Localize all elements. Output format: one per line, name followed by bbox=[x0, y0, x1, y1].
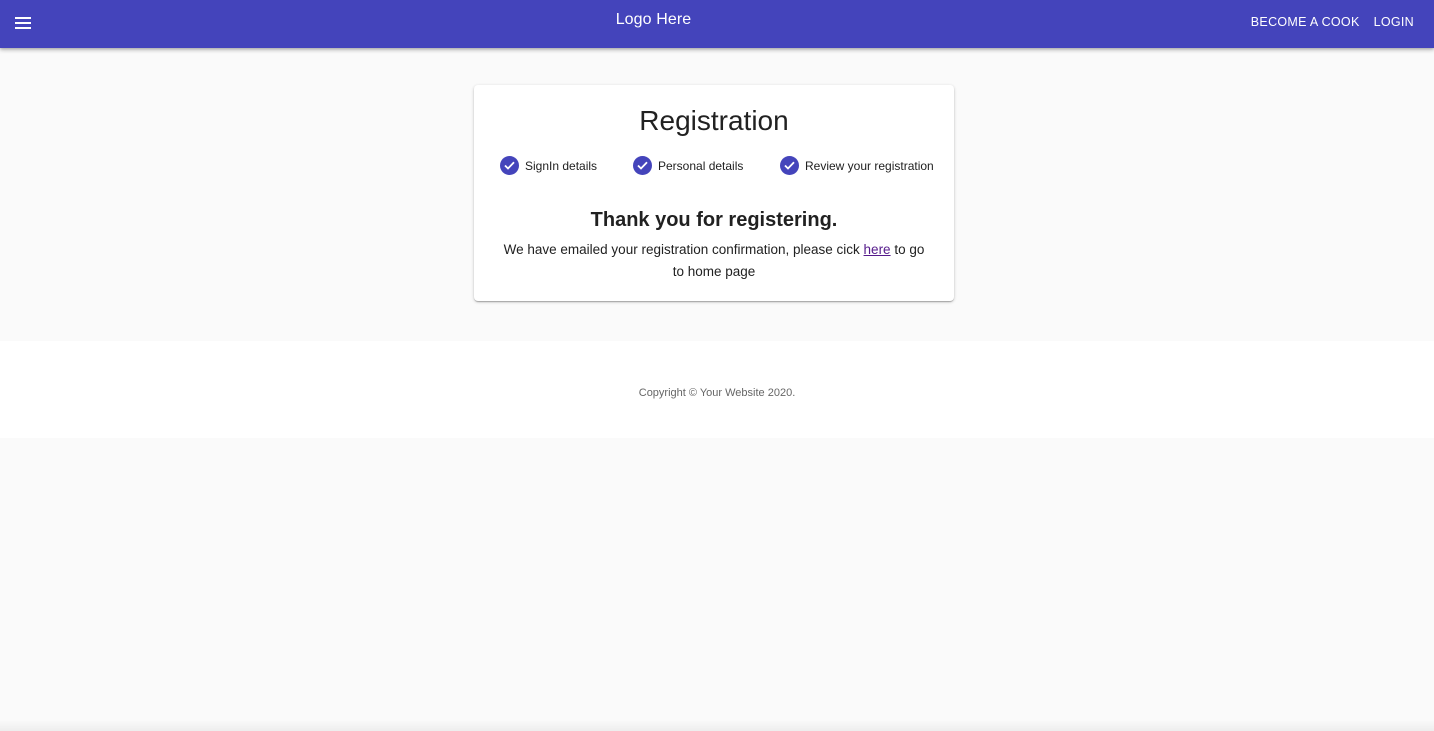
check-circle-icon bbox=[780, 156, 799, 175]
app-bar: Logo Here BECOME A COOK LOGIN bbox=[0, 0, 1434, 48]
copyright-text: Copyright © Your Website 2020. bbox=[638, 387, 796, 399]
step-signin-details: SignIn details bbox=[500, 156, 597, 175]
registration-stepper: SignIn details Personal details Review y… bbox=[474, 156, 954, 176]
message-text: We have emailed your registration confir… bbox=[503, 242, 864, 257]
footer: Copyright © Your Website 2020. bbox=[0, 341, 1434, 438]
header-actions: BECOME A COOK LOGIN bbox=[1251, 15, 1414, 29]
step-personal-details: Personal details bbox=[633, 156, 743, 175]
confirmation-message: We have emailed your registration confir… bbox=[498, 239, 930, 283]
become-a-cook-button[interactable]: BECOME A COOK bbox=[1251, 15, 1360, 29]
check-circle-icon bbox=[633, 156, 652, 175]
page-title: Registration bbox=[639, 105, 789, 136]
check-circle-icon bbox=[500, 156, 519, 175]
logo[interactable]: Logo Here bbox=[0, 11, 1307, 29]
step-label: SignIn details bbox=[525, 158, 598, 173]
home-page-link[interactable]: here bbox=[864, 242, 891, 257]
registration-card: Registration SignIn details Personal det… bbox=[474, 85, 954, 301]
thank-you-heading: Thank you for registering. bbox=[590, 209, 838, 231]
step-review-registration: Review your registration bbox=[780, 156, 934, 175]
login-button[interactable]: LOGIN bbox=[1374, 15, 1414, 29]
step-label: Personal details bbox=[658, 158, 744, 173]
bottom-shadow bbox=[0, 720, 1434, 731]
step-label: Review your registration bbox=[805, 158, 934, 173]
